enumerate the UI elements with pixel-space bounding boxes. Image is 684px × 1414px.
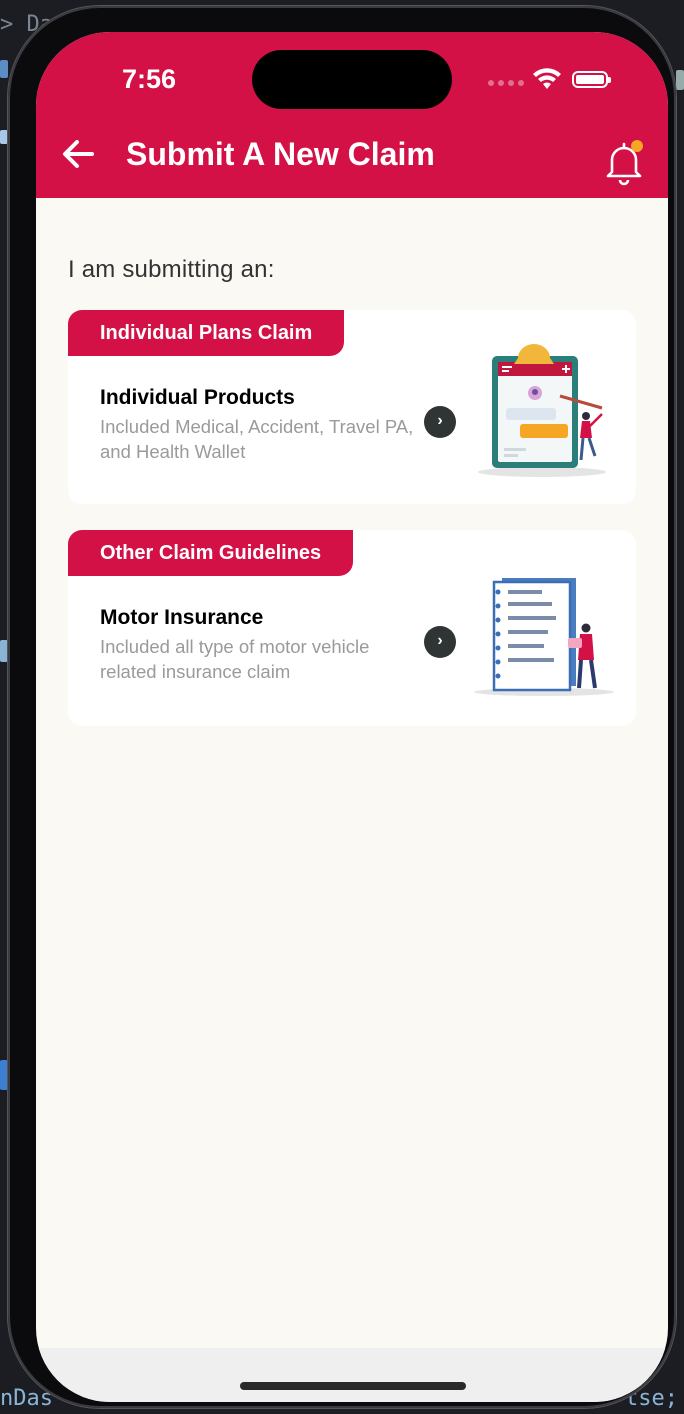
back-arrow-icon[interactable] [60,136,96,172]
card-description: Included all type of motor vehicle relat… [100,636,370,682]
cellular-signal-icon [488,80,524,86]
status-time: 7:56 [122,64,177,94]
individual-products-card[interactable]: Individual Plans Claim Individual Produc… [68,310,636,504]
card-category-tag: Individual Plans Claim [68,310,345,356]
page-title: Submit A New Claim [126,136,435,172]
background-code-strip [0,1060,8,1090]
app-screen: 7:56 Submit A New Claim I am submitting … [36,32,668,1402]
chevron-right-icon[interactable]: › [424,626,456,658]
background-code-strip [0,60,8,78]
background-code-strip [0,640,8,662]
battery-icon [572,71,611,88]
dynamic-island [252,50,452,109]
chevron-right-icon[interactable]: › [424,406,456,438]
bottom-safe-area [36,1348,668,1402]
document-illustration [474,578,614,696]
notification-bell-icon[interactable] [604,138,644,186]
phone-frame: 7:56 Submit A New Claim I am submitting … [8,6,676,1408]
app-header: 7:56 Submit A New Claim [36,32,668,198]
card-title: Individual Products [100,386,295,409]
card-category-tag: Other Claim Guidelines [68,530,354,576]
background-code-strip [676,70,684,90]
motor-insurance-card[interactable]: Other Claim Guidelines Motor Insurance I… [68,530,636,726]
clipboard-illustration [478,344,606,477]
card-title: Motor Insurance [100,606,264,629]
wifi-icon [533,68,561,89]
submission-prompt: I am submitting an: [68,256,275,283]
background-code-strip [0,130,8,144]
home-indicator[interactable] [240,1382,466,1390]
card-description: Included Medical, Accident, Travel PA, a… [100,416,414,462]
